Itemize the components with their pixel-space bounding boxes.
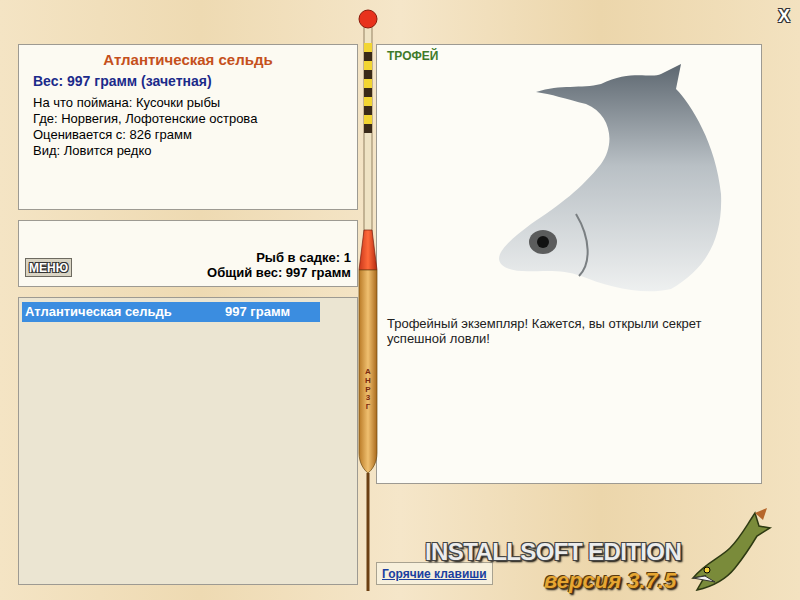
fish-detail: Где: Норвегия, Лофотенские острова: [33, 111, 343, 127]
catch-list: Атлантическая сельдь997 грамм: [18, 297, 358, 585]
keepnet-summary: Рыб в садке: 1Общий вес: 997 грамм: [207, 250, 351, 280]
trophy-badge: ТРОФЕЙ: [387, 48, 751, 64]
trophy-panel: ТРОФЕЙ Трофейный экземпляр! Кажется, вы о…: [376, 44, 762, 484]
catch-weight: 997 грамм: [225, 302, 290, 322]
fish-photo: [387, 64, 751, 304]
brand-version: версия 3.7.5: [544, 567, 676, 595]
brand-text: INSTALLSOFT EDITIONверсия 3.7.5: [425, 537, 681, 595]
fish-detail: На что поймана: Кусочки рыбы: [33, 95, 343, 111]
fish-count: Рыб в садке: 1: [256, 250, 351, 265]
main-layout: Атлантическая сельдьВес: 997 грамм (заче…: [0, 0, 800, 600]
fish-photo-icon: [491, 64, 731, 299]
left-column: Атлантическая сельдьВес: 997 грамм (заче…: [18, 44, 358, 600]
brand-logo: INSTALLSOFT EDITIONверсия 3.7.5: [425, 508, 775, 595]
float-label: АНР 3Г: [364, 368, 372, 412]
pike-icon: [685, 508, 775, 593]
float-icon: [356, 8, 380, 592]
close-button[interactable]: X: [778, 7, 790, 25]
total-weight: Общий вес: 997 грамм: [207, 265, 351, 280]
trophy-message: Трофейный экземпляр! Кажется, вы открыли…: [387, 316, 751, 346]
fish-weight: Вес: 997 грамм (зачетная): [33, 71, 343, 91]
right-column: ТРОФЕЙ Трофейный экземпляр! Кажется, вы о…: [376, 44, 762, 600]
fish-detail: Вид: Ловится редко: [33, 143, 343, 159]
fish-detail: Оценивается с: 826 грамм: [33, 127, 343, 143]
catch-row[interactable]: Атлантическая сельдь997 грамм: [22, 302, 320, 322]
hotkeys-button[interactable]: Горячие клавиши: [376, 562, 493, 585]
menu-button[interactable]: МЕНЮ: [25, 258, 72, 277]
brand-title: INSTALLSOFT EDITION: [425, 537, 681, 567]
fish-info-panel: Атлантическая сельдьВес: 997 грамм (заче…: [18, 44, 358, 210]
fish-name: Атлантическая сельдь: [33, 49, 343, 71]
catch-name: Атлантическая сельдь: [25, 302, 225, 322]
fishing-float: АНР 3Г: [356, 8, 380, 592]
keepnet-panel: МЕНЮ Рыб в садке: 1Общий вес: 997 грамм: [18, 220, 358, 287]
